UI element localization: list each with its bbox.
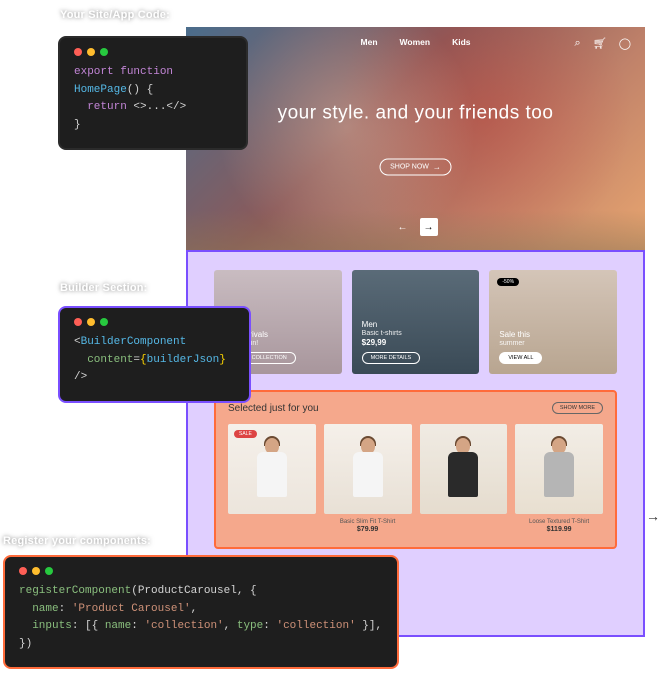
card-title: Men (362, 320, 470, 329)
product-card[interactable]: Loose Textured T-Shirt $119.99 (515, 424, 603, 533)
discount-badge: -50% (497, 278, 519, 286)
hero-section: Men Women Kids ⌕ 🛒︎ ◯ your style. and yo… (186, 27, 645, 250)
window-close-icon (19, 567, 27, 575)
nav-item-women[interactable]: Women (400, 37, 431, 47)
promo-card-men[interactable]: Men Basic t-shirts $29,99 MORE DETAILS (352, 270, 480, 374)
window-minimize-icon (87, 318, 95, 326)
carousel-next-icon[interactable]: → (646, 508, 660, 524)
window-maximize-icon (45, 567, 53, 575)
window-maximize-icon (100, 48, 108, 56)
hero-headline: your style. and your friends too (186, 102, 645, 124)
section-title: Selected just for you (228, 403, 319, 414)
product-price: $79.99 (324, 526, 412, 533)
promo-card-sale[interactable]: -50% Sale this summer VIEW ALL (489, 270, 617, 374)
window-minimize-icon (87, 48, 95, 56)
window-close-icon (74, 318, 82, 326)
show-more-button[interactable]: SHOW MORE (552, 402, 603, 414)
code-editor-builder: <BuilderComponent content={builderJson} … (58, 306, 251, 403)
window-close-icon (74, 48, 82, 56)
product-carousel-region: Selected just for you SHOW MORE SALE Bas… (214, 390, 617, 549)
code-editor-register: registerComponent(ProductCarousel, { nam… (3, 555, 399, 669)
product-price: $119.99 (515, 526, 603, 533)
label-site-code: Your Site/App Code: (60, 9, 170, 21)
product-name: Basic Slim Fit T-Shirt (324, 519, 412, 525)
view-all-button[interactable]: VIEW ALL (499, 352, 542, 364)
product-card[interactable]: SALE (228, 424, 316, 533)
site-mockup: Men Women Kids ⌕ 🛒︎ ◯ your style. and yo… (186, 27, 645, 637)
card-subtitle: summer (499, 340, 607, 347)
card-title: Sale this (499, 330, 607, 339)
more-details-button[interactable]: MORE DETAILS (362, 352, 421, 364)
arrow-right-icon: → (433, 162, 441, 171)
card-subtitle: Basic t-shirts (362, 330, 470, 337)
label-register-components: Register your components: (3, 535, 151, 547)
nav-item-kids[interactable]: Kids (452, 37, 470, 47)
product-card[interactable]: Basic Slim Fit T-Shirt $79.99 (324, 424, 412, 533)
product-name: Loose Textured T-Shirt (515, 519, 603, 525)
shop-now-button[interactable]: SHOP NOW→ (379, 158, 452, 175)
card-price: $29,99 (362, 338, 470, 347)
carousel-next-button[interactable]: → (420, 218, 438, 236)
label-builder-section: Builder Section: (60, 282, 148, 294)
carousel-prev-button[interactable]: ← (394, 218, 412, 236)
search-icon[interactable]: ⌕ (575, 37, 581, 50)
top-nav: Men Women Kids ⌕ 🛒︎ ◯ (186, 27, 645, 57)
nav-item-men[interactable]: Men (361, 37, 378, 47)
window-minimize-icon (32, 567, 40, 575)
product-card[interactable] (420, 424, 508, 533)
cart-icon[interactable]: 🛒︎ (593, 37, 607, 50)
window-maximize-icon (100, 318, 108, 326)
user-icon[interactable]: ◯ (619, 37, 631, 50)
